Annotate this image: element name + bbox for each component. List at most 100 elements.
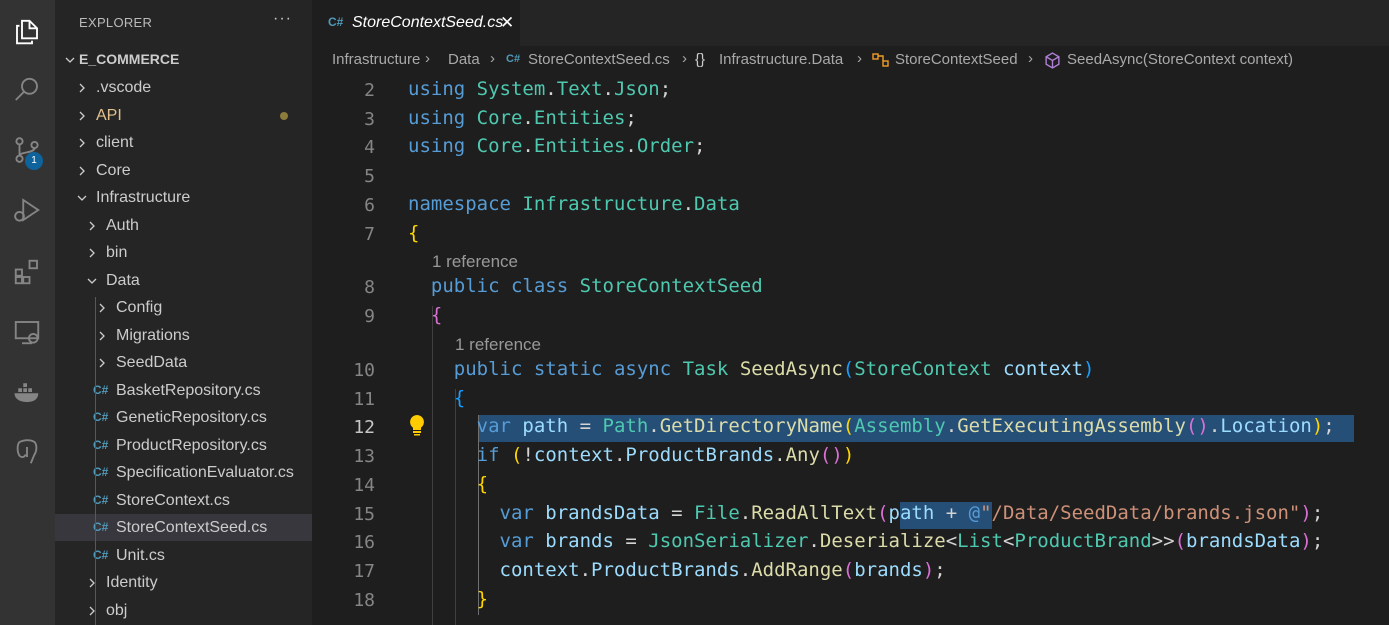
code-line[interactable]: context.ProductBrands.AddRange(brands);	[408, 559, 946, 581]
folder-migrations[interactable]: Migrations	[55, 322, 312, 349]
tree-item-label: API	[96, 106, 122, 124]
code-line[interactable]: public class StoreContextSeed	[408, 275, 763, 297]
code-token: .	[945, 415, 958, 437]
code-line[interactable]: using Core.Entities;	[408, 107, 637, 129]
codelens-reference[interactable]: 1 reference	[455, 335, 541, 355]
folder-core[interactable]: Core	[55, 157, 312, 184]
line-number: 17	[353, 561, 375, 582]
folder-obj[interactable]: obj	[55, 597, 312, 624]
code-line[interactable]: var brands = JsonSerializer.Deserialize<…	[408, 530, 1324, 552]
code-line[interactable]: using System.Text.Json;	[408, 78, 671, 100]
code-line[interactable]: {	[408, 473, 488, 495]
folder-data[interactable]: Data	[55, 267, 312, 294]
tree-item-label: Unit.cs	[116, 546, 165, 564]
postgres-icon[interactable]	[7, 432, 47, 472]
code-line[interactable]: {	[408, 387, 465, 409]
search-icon[interactable]	[7, 70, 47, 110]
close-icon[interactable]: ✕	[500, 13, 514, 33]
workspace-root[interactable]: E_COMMERCE	[55, 46, 312, 73]
file-basketrepository-cs[interactable]: C# BasketRepository.cs	[55, 377, 312, 404]
docker-icon[interactable]	[7, 372, 47, 412]
code-token: public	[453, 358, 523, 380]
code-token: ()	[1185, 415, 1209, 437]
codelens-reference[interactable]: 1 reference	[432, 252, 518, 272]
code-line[interactable]: public static async Task SeedAsync(Store…	[408, 358, 1095, 380]
breadcrumb-class[interactable]: StoreContextSeed	[895, 51, 1018, 68]
more-actions-button[interactable]: ···	[273, 10, 292, 28]
folder-seeddata[interactable]: SeedData	[55, 349, 312, 376]
remote-explorer-icon[interactable]	[7, 312, 47, 352]
chevron-right-icon: ›	[1028, 50, 1033, 67]
chevron-right-icon	[85, 239, 99, 266]
code-line[interactable]: var brandsData = File.ReadAllText(path +…	[408, 502, 1324, 524]
code-token: )	[1300, 530, 1312, 552]
file-storecontextseed-cs[interactable]: C# StoreContextSeed.cs	[55, 514, 312, 541]
breadcrumb-data[interactable]: Data	[448, 51, 480, 68]
chevron-down-icon	[75, 184, 89, 211]
folder-vscode[interactable]: .vscode	[55, 74, 312, 101]
code-token: =	[568, 415, 603, 437]
folder-client[interactable]: client	[55, 129, 312, 156]
code-token: )	[1300, 502, 1312, 524]
folder-bin[interactable]: bin	[55, 239, 312, 266]
chevron-right-icon	[75, 102, 89, 129]
code-token: !	[522, 444, 534, 466]
folder-infrastructure[interactable]: Infrastructure	[55, 184, 312, 211]
explorer-title: EXPLORER	[79, 15, 153, 30]
chevron-right-icon	[85, 569, 99, 596]
tab-storecontextseed[interactable]: C# StoreContextSeed.cs ✕	[312, 0, 520, 46]
line-number: 2	[364, 80, 375, 101]
folder-config[interactable]: Config	[55, 294, 312, 321]
breadcrumb-infrastructure[interactable]: Infrastructure	[332, 51, 420, 68]
code-editor[interactable]: 2 using System.Text.Json; 3 using Core.Enti…	[312, 74, 1389, 625]
code-token: .	[774, 444, 786, 466]
code-token: Deserialize	[819, 530, 946, 552]
explorer-icon[interactable]	[7, 12, 47, 52]
code-line[interactable]: using Core.Entities.Order;	[408, 135, 706, 157]
code-token: StoreContext	[854, 358, 992, 380]
file-geneticrepository-cs[interactable]: C# GeneticRepository.cs	[55, 404, 312, 431]
folder-api[interactable]: API	[55, 102, 312, 129]
code-line[interactable]: if (!context.ProductBrands.Any())	[408, 444, 855, 466]
code-line[interactable]: }	[408, 588, 488, 610]
file-unit-cs[interactable]: C# Unit.cs	[55, 542, 312, 569]
code-line[interactable]: {	[408, 222, 419, 244]
code-token: Json	[613, 78, 660, 100]
code-token: ;	[1311, 502, 1324, 524]
code-token: Task	[682, 358, 729, 380]
run-debug-icon[interactable]	[7, 190, 47, 230]
folder-auth[interactable]: Auth	[55, 212, 312, 239]
code-token: )	[1311, 415, 1324, 437]
tree-item-label: obj	[106, 601, 128, 619]
line-number: 13	[353, 446, 375, 467]
folder-identity[interactable]: Identity	[55, 569, 312, 596]
code-line[interactable]: var path = Path.GetDirectoryName(Assembl…	[408, 415, 1335, 437]
code-token: ProductBrand	[1014, 530, 1152, 552]
code-token: .	[808, 530, 820, 552]
file-specificationevaluator-cs[interactable]: C# SpecificationEvaluator.cs	[55, 459, 312, 486]
code-token: }	[476, 588, 489, 610]
code-token: Entities	[533, 135, 626, 157]
code-token: path	[522, 415, 569, 437]
chevron-right-icon	[95, 322, 109, 349]
line-number: 7	[364, 224, 375, 245]
code-token: ;	[1323, 415, 1335, 437]
code-line[interactable]: {	[408, 304, 442, 326]
code-line[interactable]: namespace Infrastructure.Data	[408, 193, 740, 215]
extensions-icon[interactable]	[7, 252, 47, 292]
code-token: JsonSerializer	[648, 530, 809, 552]
file-productrepository-cs[interactable]: C# ProductRepository.cs	[55, 432, 312, 459]
breadcrumb-namespace[interactable]: Infrastructure.Data	[719, 51, 843, 68]
breadcrumb-method[interactable]: SeedAsync(StoreContext context)	[1067, 51, 1293, 68]
breadcrumb-file[interactable]: StoreContextSeed.cs	[528, 51, 670, 68]
file-storecontext-cs[interactable]: C# StoreContext.cs	[55, 487, 312, 514]
lightbulb-icon[interactable]	[408, 414, 426, 436]
code-token: +	[934, 502, 969, 524]
code-token: .	[579, 559, 592, 581]
